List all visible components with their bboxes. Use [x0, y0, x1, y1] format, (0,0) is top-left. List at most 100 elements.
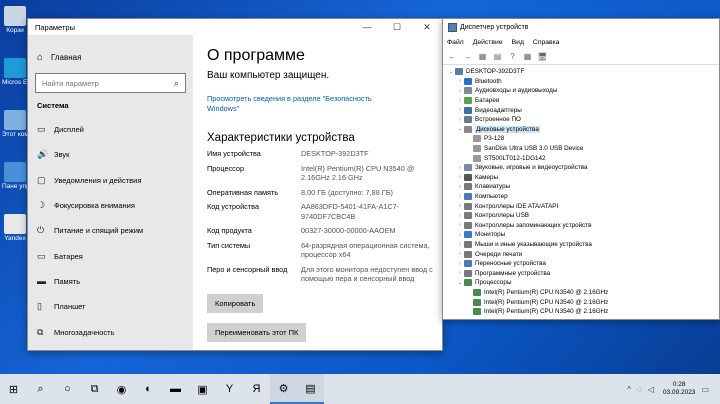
- tree-node[interactable]: › Контроллеры USB: [443, 211, 719, 221]
- tree-node[interactable]: › Батареи: [443, 96, 719, 106]
- search-button[interactable]: ⌕: [27, 374, 54, 404]
- expand-toggle-icon[interactable]: ›: [456, 117, 464, 123]
- expand-toggle-icon[interactable]: ›: [456, 251, 464, 257]
- nav-item[interactable]: ▯ Планшет: [28, 294, 193, 319]
- notifications-icon[interactable]: ▭: [701, 385, 709, 394]
- toolbar-button[interactable]: ▤: [492, 52, 503, 61]
- tree-node[interactable]: Intel(R) Pentium(R) CPU N3540 @ 2.16GHz: [443, 307, 719, 317]
- expand-toggle-icon[interactable]: ›: [456, 241, 464, 247]
- alice-button[interactable]: ◉: [108, 374, 135, 404]
- expand-toggle-icon[interactable]: ›: [456, 98, 464, 104]
- nav-item[interactable]: ☽ Фокусировка внимания: [28, 193, 193, 218]
- minimize-button[interactable]: —: [352, 22, 382, 33]
- nav-item[interactable]: ⧉ Многозадачность: [28, 319, 193, 344]
- menu-item[interactable]: Действие: [473, 39, 503, 46]
- menu-item[interactable]: Файл: [447, 39, 464, 46]
- rename-pc-button[interactable]: Переименовать этот ПК: [207, 322, 307, 342]
- settings-titlebar[interactable]: Параметры — ☐ ✕: [28, 19, 442, 35]
- tree-node[interactable]: SanDisk Ultra USB 3.0 USB Device: [443, 144, 719, 154]
- expand-toggle-icon[interactable]: ›: [456, 213, 464, 219]
- tree-node[interactable]: › Bluetooth: [443, 77, 719, 87]
- expand-toggle-icon[interactable]: ⌄: [456, 126, 464, 132]
- expand-toggle-icon[interactable]: ›: [456, 174, 464, 180]
- toolbar-button[interactable]: 🖥: [537, 52, 548, 61]
- expand-toggle-icon[interactable]: ›: [456, 222, 464, 228]
- desktop-icon[interactable]: Yandex: [2, 214, 28, 242]
- menu-item[interactable]: Вид: [512, 39, 524, 46]
- toolbar-button[interactable]: →: [462, 52, 473, 61]
- store-button[interactable]: ▣: [189, 374, 216, 404]
- tree-node[interactable]: ⌄ Дисковые устройства: [443, 125, 719, 135]
- tree-node[interactable]: › Камеры: [443, 173, 719, 183]
- nav-home[interactable]: ⌂ Главная: [28, 46, 193, 68]
- tree-node[interactable]: › Встроенное ПО: [443, 115, 719, 125]
- tree-node[interactable]: ⌄ Процессоры: [443, 278, 719, 288]
- tree-node[interactable]: › Звуковые, игровые и видеоустройства: [443, 163, 719, 173]
- expand-toggle-icon[interactable]: ⌄: [456, 280, 464, 286]
- tree-node[interactable]: › Программные устройства: [443, 268, 719, 278]
- security-link[interactable]: Просмотреть сведения в разделе "Безопасн…: [207, 94, 397, 114]
- nav-item[interactable]: ▭ Дисплей: [28, 117, 193, 142]
- tray-arrow-icon[interactable]: ^: [627, 385, 631, 394]
- tree-node[interactable]: P3-128: [443, 134, 719, 144]
- cortana-button[interactable]: ○: [54, 374, 81, 404]
- expand-toggle-icon[interactable]: ›: [456, 194, 464, 200]
- tree-node[interactable]: ST500LT012-1DG142: [443, 153, 719, 163]
- tree-node[interactable]: › Очереди печати: [443, 249, 719, 259]
- expand-toggle-icon[interactable]: ›: [456, 203, 464, 209]
- taskview-button[interactable]: ⧉: [81, 374, 108, 404]
- toolbar-button[interactable]: ?: [507, 52, 518, 61]
- nav-item[interactable]: ⏻ Питание и спящий режим: [28, 218, 193, 243]
- nav-item[interactable]: 🔊 Звук: [28, 142, 193, 167]
- tree-node[interactable]: › Компьютер: [443, 192, 719, 202]
- devmgr-titlebar[interactable]: Диспетчер устройств: [443, 19, 719, 36]
- tree-node[interactable]: Intel(R) Pentium(R) CPU N3540 @ 2.16GHz: [443, 288, 719, 298]
- tree-node[interactable]: › Мониторы: [443, 230, 719, 240]
- menu-item[interactable]: Справка: [533, 39, 560, 46]
- tree-node[interactable]: › Контроллеры IDE ATA/ATAPI: [443, 201, 719, 211]
- maximize-button[interactable]: ☐: [382, 22, 412, 33]
- expand-toggle-icon[interactable]: ›: [456, 88, 464, 94]
- devmgr-button[interactable]: ▤: [297, 374, 324, 404]
- expand-toggle-icon[interactable]: ›: [456, 232, 464, 238]
- nav-item[interactable]: ▭ Батарея: [28, 243, 193, 268]
- tree-node[interactable]: Intel(R) Pentium(R) CPU N3540 @ 2.16GHz: [443, 297, 719, 307]
- search-box[interactable]: ⌕: [35, 73, 186, 93]
- search-icon[interactable]: ⌕: [174, 78, 179, 89]
- tree-node[interactable]: › Контроллеры запоминающих устройств: [443, 221, 719, 231]
- edge-button[interactable]: ◐: [135, 374, 162, 404]
- toolbar-button[interactable]: ▦: [477, 52, 488, 61]
- tree-node[interactable]: › Аудиовходы и аудиовыходы: [443, 86, 719, 96]
- tree-node[interactable]: › Переносные устройства: [443, 259, 719, 269]
- expand-toggle-icon[interactable]: ›: [456, 165, 464, 171]
- tree-node[interactable]: › Мыши и иные указывающие устройства: [443, 240, 719, 250]
- tree-node[interactable]: › Клавиатуры: [443, 182, 719, 192]
- yandex-button[interactable]: Y: [216, 374, 243, 404]
- expand-toggle-icon[interactable]: ›: [456, 270, 464, 276]
- expand-toggle-icon[interactable]: ›: [456, 107, 464, 113]
- nav-item[interactable]: ▢ Уведомления и действия: [28, 168, 193, 193]
- expand-toggle-icon[interactable]: ›: [456, 184, 464, 190]
- explorer-button[interactable]: ▬: [162, 374, 189, 404]
- start-button[interactable]: ⊞: [0, 374, 27, 404]
- expand-toggle-icon[interactable]: ›: [456, 261, 464, 267]
- desktop-icon[interactable]: Корзи: [2, 6, 28, 34]
- desktop-icon[interactable]: Micros Edge: [2, 58, 28, 86]
- nav-item[interactable]: ▬ Память: [28, 269, 193, 294]
- desktop-icon[interactable]: Этот компьют: [2, 110, 28, 138]
- volume-icon[interactable]: ◁: [648, 385, 654, 394]
- settings-button[interactable]: ⚙: [270, 374, 297, 404]
- expand-toggle-icon[interactable]: ›: [456, 78, 464, 84]
- expand-toggle-icon[interactable]: ⌄: [447, 69, 455, 75]
- desktop-icon[interactable]: Пане управле: [2, 162, 28, 190]
- search-input[interactable]: [42, 78, 174, 88]
- close-button[interactable]: ✕: [412, 22, 442, 33]
- yandex-browser-button[interactable]: Я: [243, 374, 270, 404]
- toolbar-button[interactable]: ▦: [522, 52, 533, 61]
- copy-button[interactable]: Копировать: [207, 293, 264, 313]
- clock[interactable]: 0:28 03.09.2023: [663, 381, 696, 397]
- tree-node[interactable]: ⌄ DESKTOP-392D3TF: [443, 67, 719, 77]
- toolbar-button[interactable]: ←: [447, 52, 458, 61]
- tree-node[interactable]: › Видеоадаптеры: [443, 105, 719, 115]
- network-icon[interactable]: ◌: [637, 385, 642, 394]
